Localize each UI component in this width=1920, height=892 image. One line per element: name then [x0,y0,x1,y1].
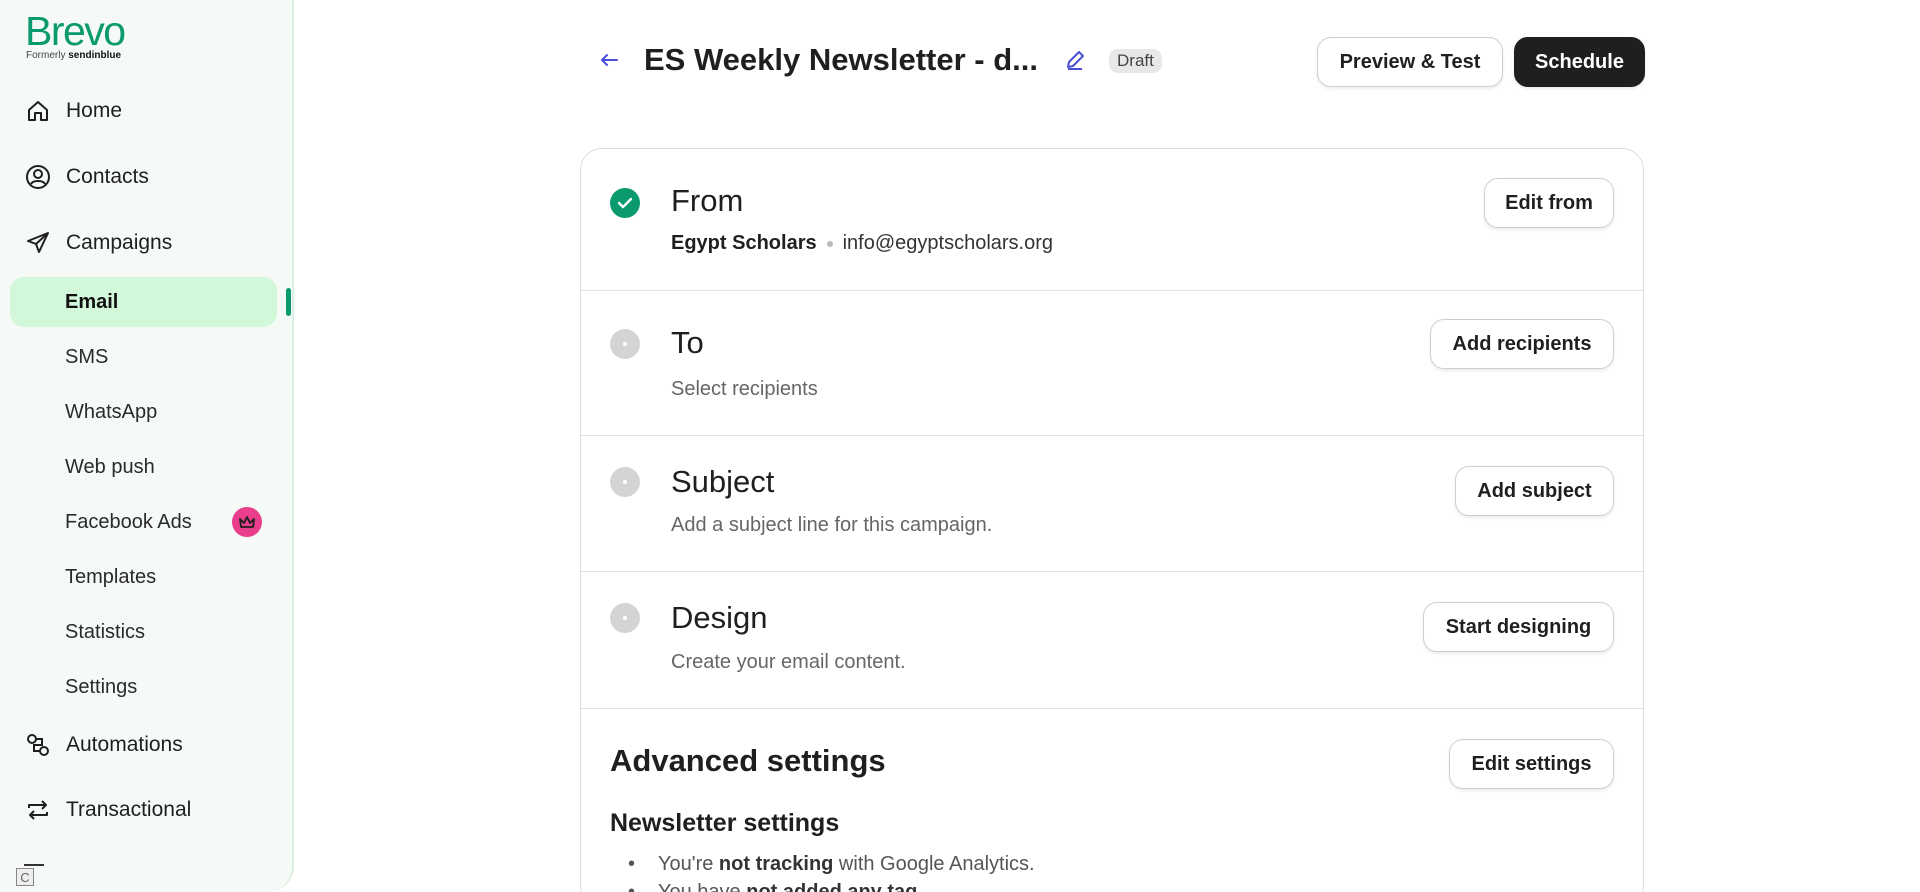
home-icon [24,97,52,125]
bullet-text: You have [658,881,747,892]
formerly-name: sendinblue [68,50,122,61]
bullet-text: . [917,881,923,892]
sidebar-item-label: Home [66,99,123,122]
preview-test-button[interactable]: Preview & Test [1317,37,1503,87]
formerly-text: Formerly [26,50,66,61]
bullet-text: with Google Analytics. [833,853,1035,875]
sidebar: Brevo Formerly sendinblue Home Contacts … [0,0,294,892]
design-description: Create your email content. [671,651,906,673]
sidebar-item-home[interactable]: Home [24,96,122,126]
bullet-text: You're [658,853,719,875]
pending-icon [610,603,640,633]
automations-icon [24,731,52,759]
subject-title: Subject [671,464,775,499]
edit-from-button[interactable]: Edit from [1484,178,1614,228]
separator-dot [826,240,833,247]
schedule-button[interactable]: Schedule [1514,37,1645,87]
sidebar-item-label: Transactional [66,798,192,821]
back-arrow-icon[interactable] [597,48,621,72]
active-indicator [286,288,291,316]
check-done-icon [610,188,640,218]
sidebar-item-web-push[interactable]: Web push [65,453,155,481]
to-title: To [671,325,704,360]
send-icon [24,229,52,257]
bullet-emphasis: not added any tag [746,881,918,892]
pencil-icon[interactable] [1064,49,1088,73]
sidebar-item-facebook-ads[interactable]: Facebook Ads [65,508,192,536]
sidebar-item-transactional[interactable]: Transactional [24,795,191,825]
list-item: • You have not added any tag. [628,881,923,892]
brevo-logo[interactable]: Brevo Formerly sendinblue [25,8,126,61]
divider [580,435,1644,436]
divider [580,290,1644,291]
sidebar-item-templates[interactable]: Templates [65,563,156,591]
sidebar-item-sms[interactable]: SMS [65,343,108,371]
add-subject-button[interactable]: Add subject [1455,466,1614,516]
status-badge: Draft [1109,49,1162,73]
divider [24,864,44,866]
sidebar-item-campaigns[interactable]: Campaigns [24,228,172,258]
sidebar-item-email[interactable] [10,277,277,327]
sidebar-item-label: Contacts [66,165,149,188]
sidebar-item-label: Automations [66,733,183,756]
start-designing-button[interactable]: Start designing [1423,602,1614,652]
add-recipients-button[interactable]: Add recipients [1430,319,1614,369]
pending-icon [610,467,640,497]
sidebar-item-contacts[interactable]: Contacts [24,162,149,192]
divider [580,571,1644,572]
to-description: Select recipients [671,378,818,400]
logo-formerly: Formerly sendinblue [26,50,125,61]
pending-icon [610,329,640,359]
crown-icon [232,507,262,537]
sidebar-item-email-label: Email [65,290,119,313]
subject-description: Add a subject line for this campaign. [671,514,993,536]
from-title: From [671,183,744,218]
sidebar-item-whatsapp[interactable]: WhatsApp [65,398,157,426]
sidebar-item-automations[interactable]: Automations [24,730,183,760]
transactional-icon [24,796,52,824]
sender-name: Egypt Scholars [671,232,817,254]
campaign-title: ES Weekly Newsletter - d... [644,42,1038,77]
from-details: Egypt Scholars info@egyptscholars.org [671,232,1053,255]
sender-email: info@egyptscholars.org [842,232,1054,254]
logo-wordmark: Brevo [25,8,126,54]
c-icon: C [16,868,34,886]
sidebar-item-label: Campaigns [66,231,173,254]
edit-settings-button[interactable]: Edit settings [1449,739,1614,789]
newsletter-settings-title: Newsletter settings [610,809,840,837]
design-title: Design [671,600,768,635]
list-item: • You're not tracking with Google Analyt… [628,853,1035,875]
bullet-emphasis: not tracking [718,853,834,875]
advanced-settings-title: Advanced settings [610,743,886,778]
contacts-icon [24,163,52,191]
sidebar-item-statistics[interactable]: Statistics [65,618,145,646]
divider [580,708,1644,709]
sidebar-item-settings[interactable]: Settings [65,673,137,701]
